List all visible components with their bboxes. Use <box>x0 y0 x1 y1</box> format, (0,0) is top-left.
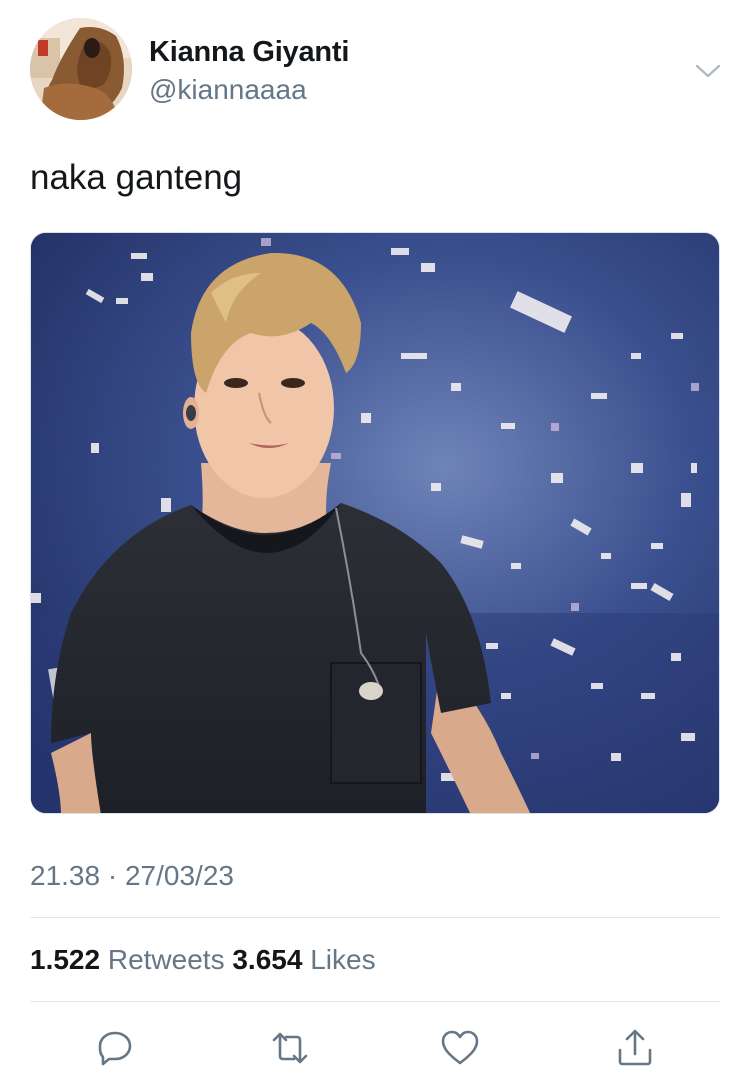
tweet-text: naka ganteng <box>30 158 243 197</box>
author-name[interactable]: Kianna Giyanti <box>149 36 349 69</box>
tweet-time: 21.38 <box>30 860 101 891</box>
avatar-image <box>30 18 132 120</box>
avatar[interactable] <box>30 18 132 120</box>
heart-icon <box>441 1030 479 1065</box>
retweet-icon <box>272 1032 308 1064</box>
chevron-down-icon[interactable] <box>693 56 723 86</box>
author-handle[interactable]: @kiannaaaa <box>149 74 307 106</box>
likes-stat[interactable]: 3.654 Likes <box>232 944 375 975</box>
reply-icon <box>98 1031 132 1066</box>
tweet-actions <box>30 1018 720 1078</box>
like-button[interactable] <box>430 1018 490 1078</box>
retweet-button[interactable] <box>260 1018 320 1078</box>
divider <box>30 1001 720 1002</box>
concert-photo <box>31 233 719 813</box>
tweet-timestamp[interactable]: 21.38 · 27/03/23 <box>30 860 234 892</box>
share-button[interactable] <box>605 1018 665 1078</box>
likes-count: 3.654 <box>232 944 303 975</box>
share-icon <box>618 1029 652 1066</box>
likes-label: Likes <box>310 944 376 975</box>
tweet-date: 27/03/23 <box>124 860 234 891</box>
tweet-detail: Kianna Giyanti @kiannaaaa naka ganteng 2… <box>0 0 749 1091</box>
retweets-label: Retweets <box>107 944 225 975</box>
tweet-photo[interactable] <box>30 232 720 814</box>
reply-button[interactable] <box>85 1018 145 1078</box>
tweet-header: Kianna Giyanti @kiannaaaa <box>30 18 723 122</box>
timestamp-separator: · <box>107 860 118 891</box>
tweet-stats: 1.522 Retweets 3.654 Likes <box>30 944 376 976</box>
retweets-stat[interactable]: 1.522 Retweets <box>30 944 232 975</box>
retweets-count: 1.522 <box>30 944 101 975</box>
divider <box>30 917 720 918</box>
